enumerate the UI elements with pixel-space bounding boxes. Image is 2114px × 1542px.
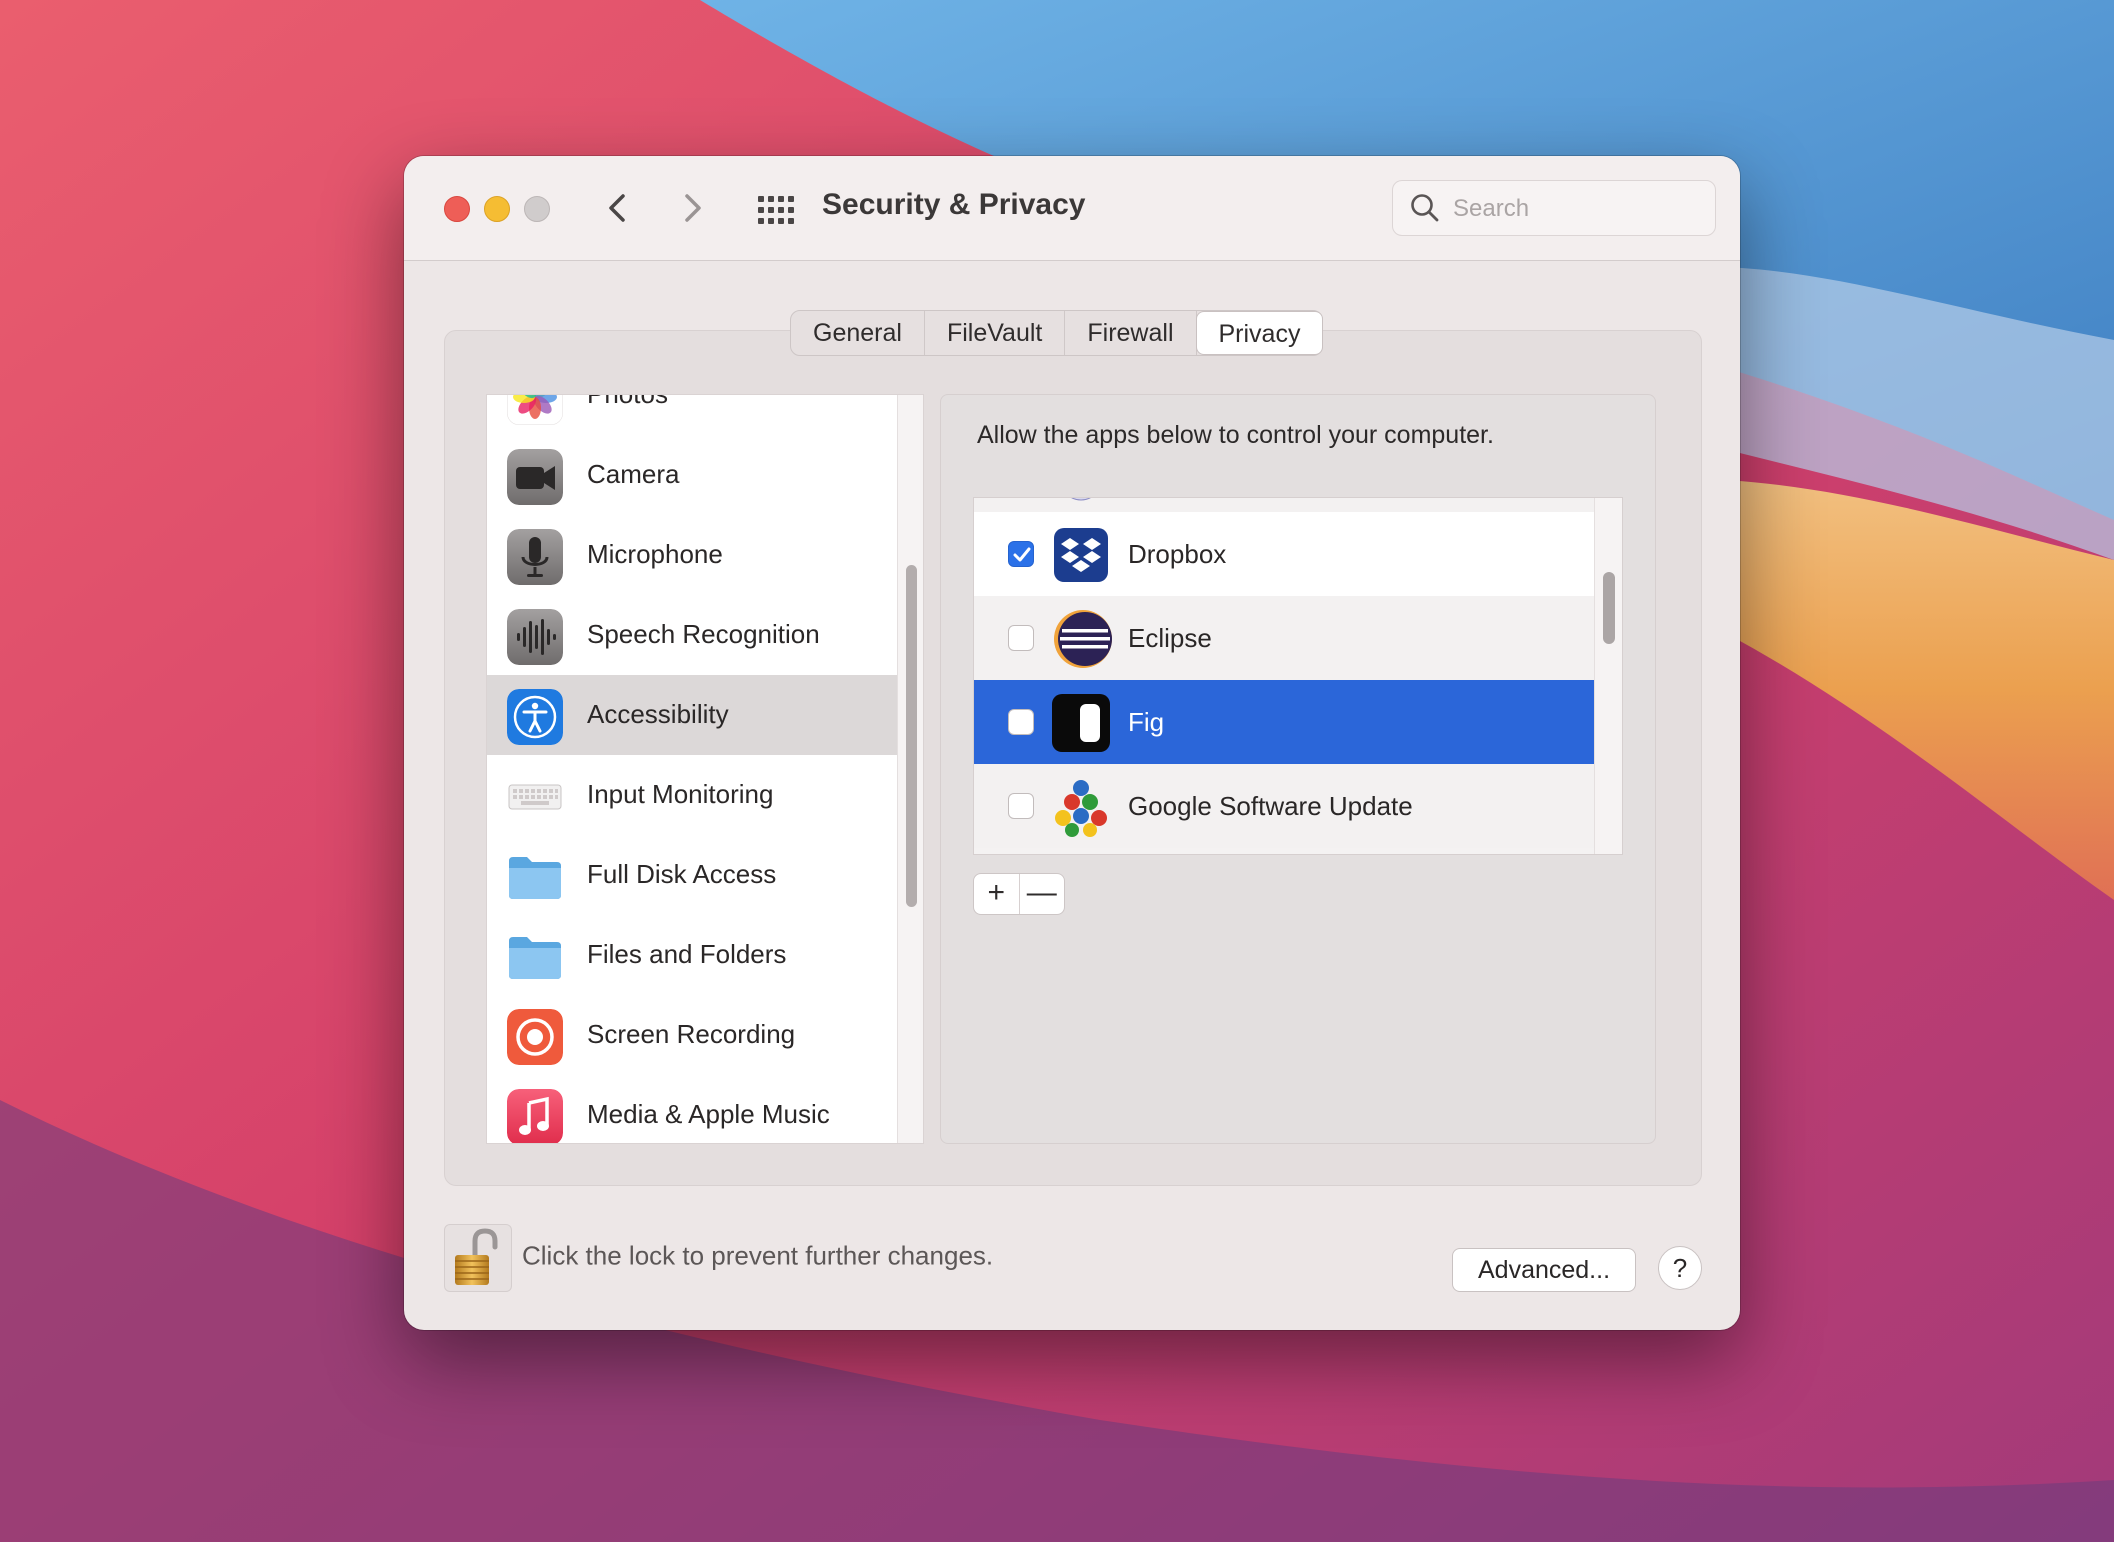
add-remove-control: + — — [973, 873, 1065, 915]
forward-button[interactable] — [670, 186, 714, 230]
sidebar-item-accessibility[interactable]: Accessibility — [487, 675, 897, 755]
app-name: Dropbox — [1128, 539, 1227, 569]
tab-firewall[interactable]: Firewall — [1065, 311, 1197, 355]
sidebar-item-label: Input Monitoring — [587, 779, 774, 809]
add-app-button[interactable]: + — [974, 874, 1019, 914]
zoom-window-button[interactable] — [524, 196, 550, 222]
tab-privacy[interactable]: Privacy — [1195, 311, 1324, 355]
music-icon — [507, 1089, 563, 1143]
tab-bar: General FileVault Firewall Privacy — [790, 310, 1324, 356]
app-name: Eclipse — [1128, 623, 1212, 653]
app-row-fig[interactable]: Fig — [974, 680, 1594, 764]
app-row-dropbox[interactable]: Dropbox — [974, 512, 1594, 596]
sidebar-item-media-apple-music[interactable]: Media & Apple Music — [487, 1075, 897, 1143]
category-list-scrollbar[interactable] — [897, 395, 923, 1143]
app-list-scrollbar[interactable] — [1594, 498, 1622, 854]
folder-icon — [509, 857, 561, 899]
list-item-partial — [974, 498, 1594, 512]
lock-status-text: Click the lock to prevent further change… — [522, 1240, 994, 1271]
search-icon — [1411, 194, 1439, 222]
app-row-eclipse[interactable]: Eclipse — [974, 596, 1594, 680]
search-input[interactable] — [1451, 191, 1705, 227]
folder-icon — [509, 937, 561, 979]
app-icon — [1071, 498, 1091, 501]
sidebar-item-speech-recognition[interactable]: Speech Recognition — [487, 595, 897, 675]
unlocked-padlock-icon — [455, 1228, 498, 1285]
speech-recognition-icon — [507, 609, 563, 665]
show-all-button[interactable] — [754, 190, 794, 230]
camera-icon — [507, 449, 563, 505]
remove-app-button[interactable]: — — [1018, 874, 1065, 914]
sidebar-item-files-and-folders[interactable]: Files and Folders — [487, 915, 897, 995]
screen-recording-icon — [507, 1009, 563, 1065]
security-privacy-window: Security & Privacy General FileVault Fir… — [404, 156, 1740, 1330]
chevron-left-icon — [609, 194, 625, 222]
keyboard-icon — [508, 784, 562, 810]
checkmark-icon — [1013, 547, 1031, 562]
sidebar-item-label: Full Disk Access — [587, 859, 777, 889]
accessibility-panel: Allow the apps below to control your com… — [940, 394, 1656, 1144]
search-field[interactable] — [1392, 180, 1716, 236]
back-button[interactable] — [596, 186, 640, 230]
sidebar-item-photos[interactable]: Photos — [487, 394, 897, 435]
sidebar-item-label: Accessibility — [587, 699, 729, 729]
eclipse-icon — [1054, 610, 1112, 668]
sidebar-item-label: Screen Recording — [587, 1019, 796, 1049]
scrollbar-thumb[interactable] — [906, 565, 917, 907]
tab-filevault[interactable]: FileVault — [925, 311, 1066, 355]
sidebar-item-label: Microphone — [587, 539, 723, 569]
chevron-right-icon — [685, 194, 701, 222]
minimize-window-button[interactable] — [484, 196, 510, 222]
app-name: Google Software Update — [1128, 791, 1413, 821]
sidebar-item-microphone[interactable]: Microphone — [487, 515, 897, 595]
sidebar-item-label: Media & Apple Music — [587, 1099, 830, 1129]
sidebar-item-full-disk-access[interactable]: Full Disk Access — [487, 835, 897, 915]
sidebar-item-camera[interactable]: Camera — [487, 435, 897, 515]
microphone-icon — [507, 529, 563, 585]
dropbox-checkbox[interactable] — [1008, 541, 1034, 567]
app-name: Fig — [1128, 707, 1165, 737]
window-title: Security & Privacy — [822, 188, 1086, 221]
google-software-update-icon — [1055, 780, 1107, 837]
app-list[interactable]: Dropbox Eclipse Fig Google Software Upda… — [973, 497, 1623, 855]
advanced-button[interactable]: Advanced... — [1452, 1248, 1636, 1292]
lock-button[interactable] — [444, 1224, 512, 1292]
grid-icon — [758, 196, 794, 224]
eclipse-checkbox[interactable] — [1008, 625, 1034, 651]
fig-icon — [1052, 694, 1110, 752]
sidebar-item-input-monitoring[interactable]: Input Monitoring — [487, 755, 897, 835]
sidebar-item-label: Camera — [587, 459, 680, 489]
panel-description: Allow the apps below to control your com… — [977, 421, 1494, 449]
scrollbar-thumb[interactable] — [1603, 572, 1615, 644]
photos-icon — [507, 395, 563, 425]
dropbox-icon — [1054, 528, 1108, 582]
fig-checkbox[interactable] — [1008, 709, 1034, 735]
app-row-google-software-update[interactable]: Google Software Update — [974, 764, 1594, 848]
sidebar-item-label: Speech Recognition — [587, 619, 820, 649]
accessibility-icon — [507, 689, 563, 745]
title-bar: Security & Privacy — [404, 156, 1740, 261]
sidebar-item-screen-recording[interactable]: Screen Recording — [487, 995, 897, 1075]
sidebar-item-label: Photos — [587, 394, 668, 409]
help-button[interactable]: ? — [1658, 1246, 1702, 1290]
sidebar-item-label: Files and Folders — [587, 939, 787, 969]
google-software-update-checkbox[interactable] — [1008, 793, 1034, 819]
tab-general[interactable]: General — [791, 311, 925, 355]
close-window-button[interactable] — [444, 196, 470, 222]
privacy-category-list[interactable]: Photos Camera Microphone Speech Recognit… — [486, 394, 924, 1144]
